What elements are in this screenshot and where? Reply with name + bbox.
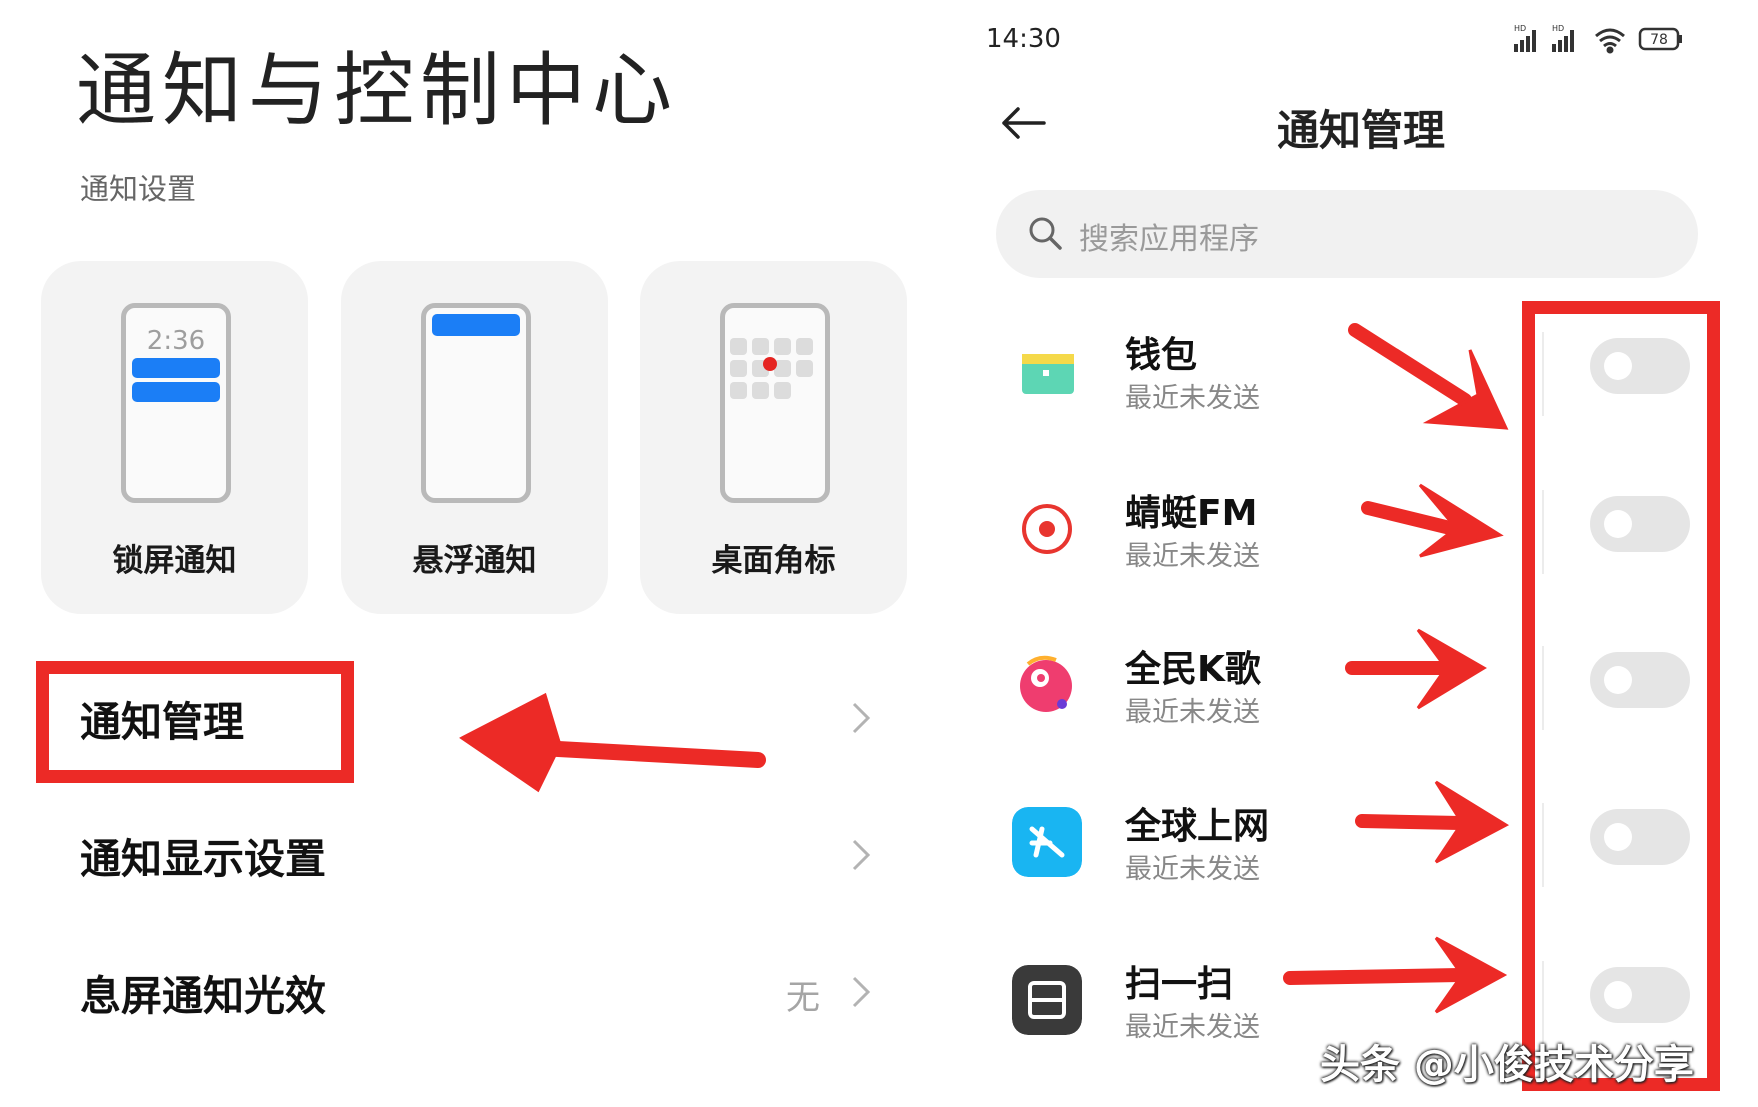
card-label: 桌面角标	[711, 543, 836, 579]
lockscreen-notification-card[interactable]: 2:36 锁屏通知	[41, 261, 308, 614]
highlight-box	[1522, 301, 1720, 1091]
status-bar-icons: HD HD 78	[1514, 24, 1682, 54]
screen-off-light-row[interactable]: 息屏通知光效 无	[0, 942, 930, 1042]
notification-management-screen: 14:30 HD HD 78 通知管理 搜索应用程序 钱包 最近未发送 蜻蜓FM…	[932, 0, 1758, 1107]
app-name: 全民K歌	[1125, 649, 1261, 690]
highlight-box	[36, 661, 354, 783]
row-label: 息屏通知光效	[80, 972, 326, 1020]
page-title: 通知与控制中心	[76, 44, 678, 137]
karaoke-icon	[1020, 655, 1072, 712]
app-name: 蜻蜓FM	[1125, 493, 1258, 534]
badge-preview-icon	[720, 303, 830, 503]
scanner-icon	[1012, 965, 1082, 1035]
row-label: 通知显示设置	[80, 835, 326, 883]
battery-level: 78	[1650, 32, 1668, 48]
row-value: 无	[786, 978, 820, 1018]
app-name: 钱包	[1125, 335, 1198, 376]
app-status: 最近未发送	[1125, 697, 1260, 728]
app-status: 最近未发送	[1125, 383, 1260, 414]
lockscreen-preview-icon: 2:36	[121, 303, 231, 503]
search-placeholder: 搜索应用程序	[1079, 222, 1259, 257]
notification-bar	[432, 314, 520, 336]
nav-title: 通知管理	[1276, 106, 1445, 155]
chevron-right-icon	[852, 702, 871, 734]
notification-bar	[132, 358, 220, 378]
global-internet-icon	[1012, 807, 1082, 877]
app-status: 最近未发送	[1125, 541, 1260, 572]
floating-notification-card[interactable]: 悬浮通知	[341, 261, 608, 614]
status-time: 14:30	[986, 24, 1061, 54]
battery-icon: 78	[1638, 27, 1682, 51]
notification-control-center-screen: 通知与控制中心 通知设置 2:36 锁屏通知 悬浮通知 桌面角标 通知管理 通知…	[0, 0, 930, 1107]
wallet-icon	[1022, 354, 1074, 394]
svg-text:HD: HD	[1552, 24, 1564, 33]
wifi-icon	[1595, 28, 1625, 54]
card-label: 锁屏通知	[112, 543, 237, 579]
app-badge-card[interactable]: 桌面角标	[640, 261, 907, 614]
app-name: 全球上网	[1125, 806, 1270, 847]
floating-preview-icon	[421, 303, 531, 503]
card-label: 悬浮通知	[412, 543, 537, 579]
search-input[interactable]: 搜索应用程序	[996, 190, 1698, 278]
section-label: 通知设置	[80, 172, 197, 206]
chevron-right-icon	[852, 839, 871, 871]
dragonfly-fm-icon	[1022, 504, 1072, 554]
watermark: 头条 @小俊技术分享	[1320, 1042, 1694, 1088]
notification-bar	[132, 382, 220, 402]
app-status: 最近未发送	[1125, 1012, 1260, 1043]
app-name: 扫一扫	[1125, 964, 1234, 1005]
preview-time: 2:36	[146, 326, 206, 356]
app-status: 最近未发送	[1125, 854, 1260, 885]
chevron-right-icon	[852, 976, 871, 1008]
search-icon	[1029, 217, 1062, 250]
notification-display-settings-row[interactable]: 通知显示设置	[0, 805, 930, 905]
badge-dot-icon	[763, 357, 777, 371]
svg-text:HD: HD	[1514, 24, 1526, 33]
signal-icon: HD HD	[1514, 24, 1574, 52]
